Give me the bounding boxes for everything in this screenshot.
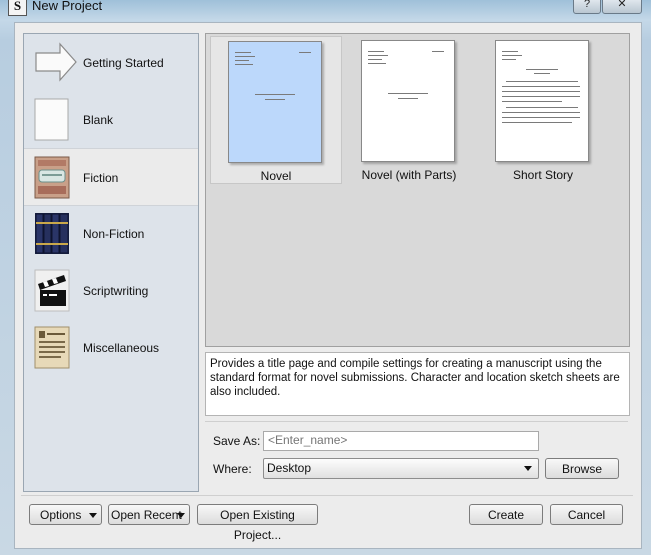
description-text: Provides a title page and compile settin… [210, 358, 620, 398]
save-as-field[interactable] [263, 431, 539, 451]
browse-button[interactable]: Browse [545, 458, 619, 479]
options-label: Options [40, 508, 82, 522]
where-dropdown[interactable]: Desktop [263, 458, 539, 479]
sidebar-item-label: Getting Started [83, 56, 164, 70]
scrivener-app-icon: S [8, 0, 27, 16]
save-as-input[interactable] [264, 432, 530, 448]
sidebar-item-label: Non-Fiction [83, 227, 145, 241]
arrow-icon [34, 41, 77, 84]
open-existing-project-button[interactable]: Open Existing Project... [197, 504, 318, 542]
fiction-book-icon [34, 156, 70, 199]
template-label: Novel (with Parts) [361, 168, 457, 182]
notepaper-icon [34, 326, 70, 369]
create-button[interactable]: Create [469, 504, 543, 525]
sidebar-item-blank[interactable]: Blank [24, 91, 198, 147]
clapperboard-icon [34, 269, 70, 312]
template-description: Provides a title page and compile settin… [205, 352, 630, 416]
cancel-button[interactable]: Cancel [550, 504, 623, 525]
template-novel[interactable]: Novel [210, 36, 342, 184]
template-thumbnail [495, 40, 589, 162]
template-thumbnail [228, 41, 322, 163]
where-selected-value: Desktop [267, 461, 312, 475]
sidebar-item-scriptwriting[interactable]: Scriptwriting [24, 262, 198, 318]
sidebar-item-label: Fiction [83, 171, 119, 185]
template-novel-with-parts[interactable]: Novel (with Parts) [344, 36, 474, 182]
nonfiction-books-icon [34, 212, 70, 255]
title-bar[interactable]: S New Project ? ✕ [0, 0, 651, 24]
sidebar-item-miscellaneous[interactable]: Miscellaneous [24, 319, 198, 375]
save-as-label: Save As: [213, 434, 261, 448]
template-short-story[interactable]: Short Story [478, 36, 608, 182]
sidebar-item-fiction[interactable]: Fiction [24, 148, 198, 206]
sidebar-item-getting-started[interactable]: Getting Started [24, 34, 198, 90]
template-label: Novel [260, 169, 292, 183]
window-title: New Project [32, 0, 103, 13]
sidebar-item-label: Blank [83, 113, 114, 127]
options-button[interactable]: Options [29, 504, 102, 525]
chevron-down-icon [89, 513, 97, 518]
help-button[interactable]: ? [573, 0, 601, 14]
chevron-down-icon [524, 466, 532, 471]
new-project-window: S New Project ? ✕ Getting Started Blank … [0, 0, 651, 555]
open-recent-button[interactable]: Open Recent [108, 504, 190, 525]
template-gallery: Novel Novel (with Parts) Short Story [205, 33, 630, 347]
sidebar-item-label: Miscellaneous [83, 341, 160, 355]
dialog-client-area: Getting Started Blank Fiction Non-Fictio… [14, 22, 642, 549]
sidebar-item-non-fiction[interactable]: Non-Fiction [24, 205, 198, 261]
blank-page-icon [34, 98, 70, 141]
where-label: Where: [213, 462, 252, 476]
separator [205, 421, 628, 422]
category-sidebar: Getting Started Blank Fiction Non-Fictio… [23, 33, 199, 492]
template-thumbnail [361, 40, 455, 162]
sidebar-item-label: Scriptwriting [83, 284, 149, 298]
footer-separator [21, 495, 633, 496]
template-label: Short Story [512, 168, 574, 182]
close-button[interactable]: ✕ [602, 0, 642, 14]
chevron-down-icon [177, 513, 185, 518]
open-recent-label: Open Recent [111, 508, 182, 522]
